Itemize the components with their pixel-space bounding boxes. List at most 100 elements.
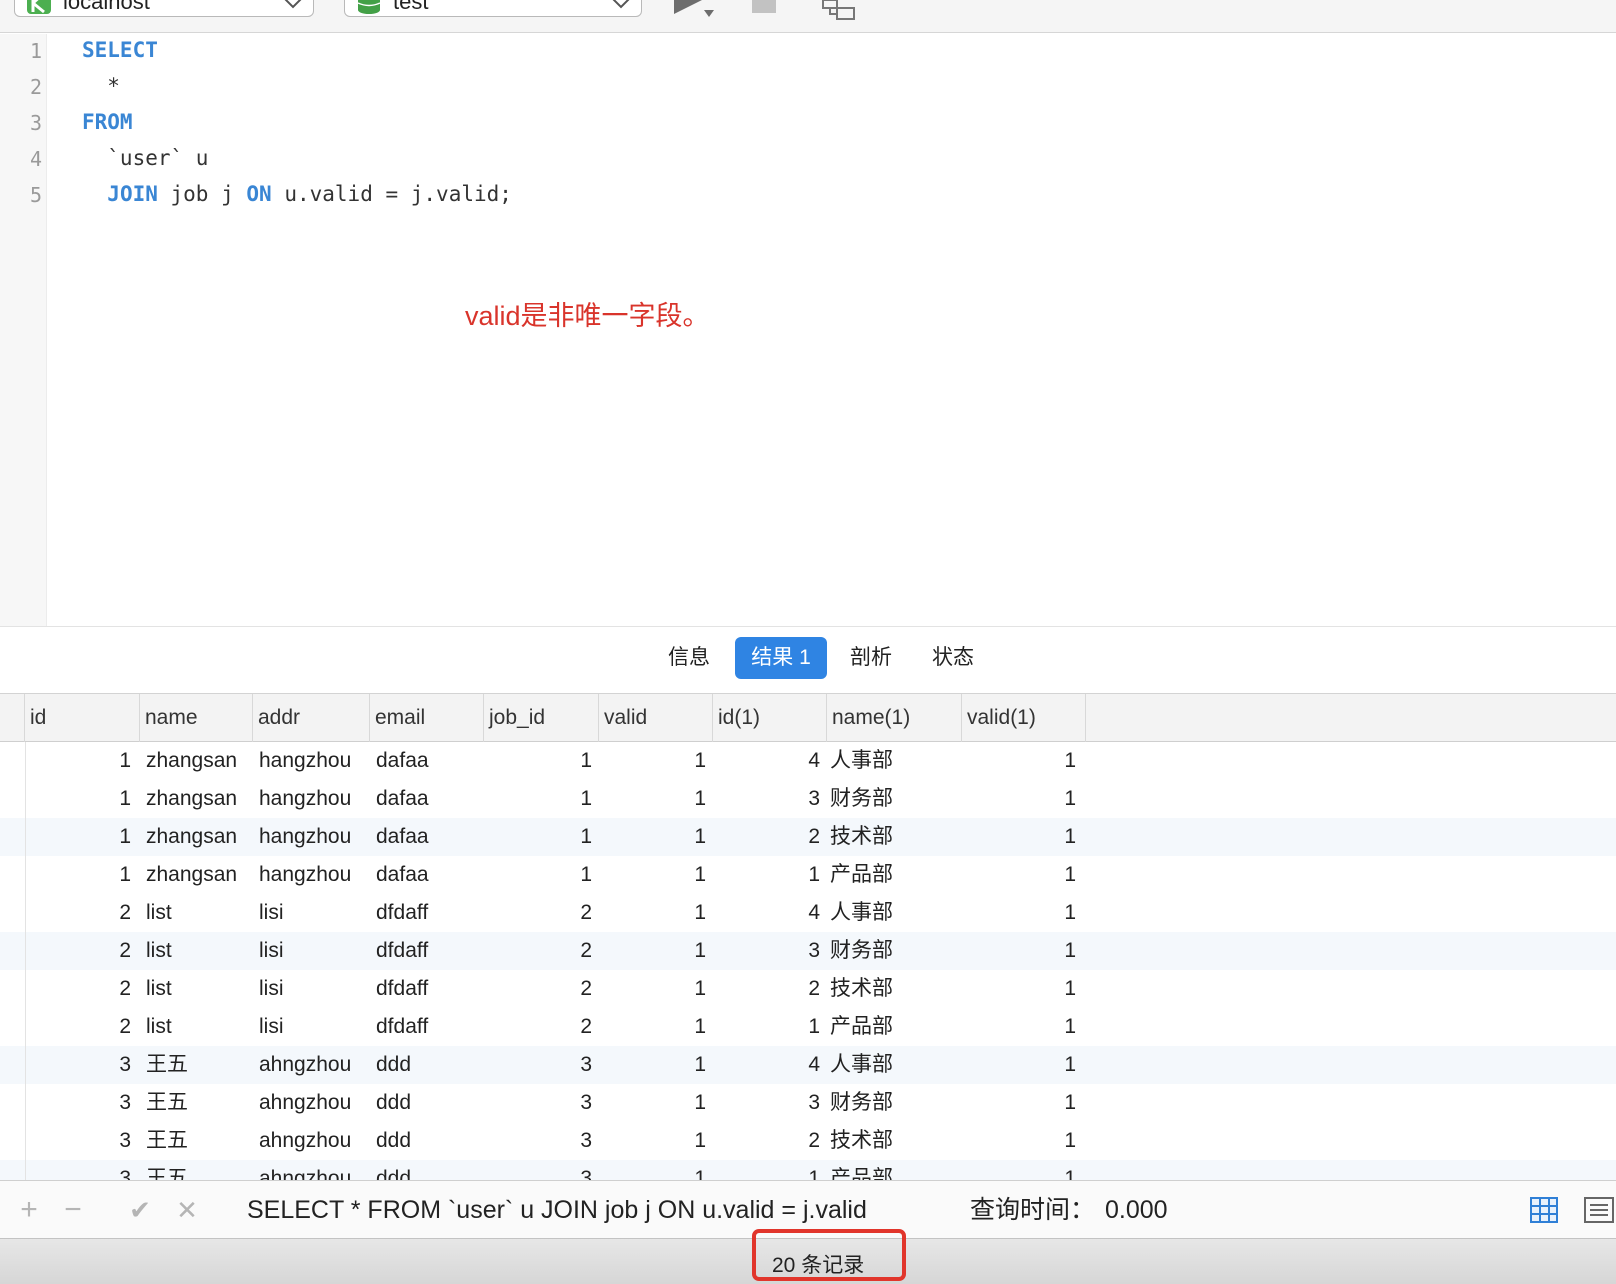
column-header-valid[interactable]: valid xyxy=(598,694,712,742)
cell-id[interactable]: 3 xyxy=(26,1084,131,1122)
grid-view-icon[interactable] xyxy=(1530,1197,1558,1223)
cell-name[interactable]: list xyxy=(146,1008,250,1046)
cell-addr[interactable]: ahngzhou xyxy=(259,1122,369,1160)
cell-id-1[interactable]: 3 xyxy=(716,780,820,818)
cell-name[interactable]: 王五 xyxy=(146,1160,250,1180)
cell-addr[interactable]: lisi xyxy=(259,970,369,1008)
cell-name[interactable]: list xyxy=(146,932,250,970)
cell-name-1[interactable]: 技术部 xyxy=(830,818,955,856)
cell-valid-1[interactable]: 1 xyxy=(966,742,1076,780)
cell-job-id[interactable]: 3 xyxy=(488,1084,592,1122)
cell-name[interactable]: 王五 xyxy=(146,1122,250,1160)
cell-name-1[interactable]: 财务部 xyxy=(830,780,955,818)
cell-id-1[interactable]: 4 xyxy=(716,1046,820,1084)
table-row[interactable]: 3 王五 ahngzhou ddd 3 1 1 产品部 1 xyxy=(0,1160,1616,1180)
column-header-id[interactable]: id xyxy=(24,694,139,742)
column-header-name[interactable]: name xyxy=(139,694,252,742)
cell-addr[interactable]: lisi xyxy=(259,1008,369,1046)
cell-id-1[interactable]: 2 xyxy=(716,970,820,1008)
cell-name-1[interactable]: 人事部 xyxy=(830,894,955,932)
cell-id[interactable]: 1 xyxy=(26,742,131,780)
cell-id-1[interactable]: 1 xyxy=(716,1160,820,1180)
cell-name[interactable]: list xyxy=(146,894,250,932)
connection-select[interactable]: localhost xyxy=(14,0,314,17)
cell-name[interactable]: zhangsan xyxy=(146,780,250,818)
result-grid[interactable]: 1 zhangsan hangzhou dafaa 1 1 4 人事部 1 1 zhangsan ha… xyxy=(0,742,1616,1180)
cell-id[interactable]: 2 xyxy=(26,1008,131,1046)
cell-id-1[interactable]: 2 xyxy=(716,1122,820,1160)
cell-name-1[interactable]: 技术部 xyxy=(830,1122,955,1160)
cell-id-1[interactable]: 1 xyxy=(716,856,820,894)
cell-valid[interactable]: 1 xyxy=(602,970,706,1008)
cell-id-1[interactable]: 1 xyxy=(716,1008,820,1046)
cell-valid-1[interactable]: 1 xyxy=(966,856,1076,894)
row-marker[interactable] xyxy=(0,1008,26,1046)
cell-id-1[interactable]: 4 xyxy=(716,742,820,780)
row-marker[interactable] xyxy=(0,1122,26,1160)
cell-email[interactable]: dfdaff xyxy=(376,970,480,1008)
cell-name[interactable]: 王五 xyxy=(146,1084,250,1122)
cell-valid-1[interactable]: 1 xyxy=(966,1084,1076,1122)
cell-job-id[interactable]: 2 xyxy=(488,894,592,932)
discard-changes-button[interactable]: ✕ xyxy=(170,1181,204,1239)
cell-valid-1[interactable]: 1 xyxy=(966,1122,1076,1160)
cell-job-id[interactable]: 1 xyxy=(488,780,592,818)
database-select[interactable]: test xyxy=(344,0,642,17)
cell-valid[interactable]: 1 xyxy=(602,1046,706,1084)
cell-addr[interactable]: hangzhou xyxy=(259,818,369,856)
row-marker[interactable] xyxy=(0,742,26,780)
table-row[interactable]: 1 zhangsan hangzhou dafaa 1 1 3 财务部 1 xyxy=(0,780,1616,818)
row-marker[interactable] xyxy=(0,894,26,932)
cell-addr[interactable]: ahngzhou xyxy=(259,1046,369,1084)
cell-job-id[interactable]: 3 xyxy=(488,1046,592,1084)
cell-name-1[interactable]: 产品部 xyxy=(830,1008,955,1046)
column-header-job-id[interactable]: job_id xyxy=(483,694,598,742)
cell-valid-1[interactable]: 1 xyxy=(966,1160,1076,1180)
stop-icon[interactable] xyxy=(752,0,776,13)
cell-name-1[interactable]: 财务部 xyxy=(830,932,955,970)
cell-email[interactable]: dfdaff xyxy=(376,1008,480,1046)
delete-record-button[interactable]: − xyxy=(56,1181,90,1239)
column-header-addr[interactable]: addr xyxy=(252,694,369,742)
table-row[interactable]: 3 王五 ahngzhou ddd 3 1 2 技术部 1 xyxy=(0,1122,1616,1160)
cell-name[interactable]: list xyxy=(146,970,250,1008)
cell-id[interactable]: 3 xyxy=(26,1160,131,1180)
column-header-name-1[interactable]: name(1) xyxy=(826,694,961,742)
row-marker[interactable] xyxy=(0,818,26,856)
table-row[interactable]: 2 list lisi dfdaff 2 1 4 人事部 1 xyxy=(0,894,1616,932)
cell-valid[interactable]: 1 xyxy=(602,780,706,818)
cell-addr[interactable]: hangzhou xyxy=(259,780,369,818)
sql-editor[interactable]: 1 2 3 4 5 SELECT * FROM `user` u JOIN jo… xyxy=(0,34,1616,626)
cell-email[interactable]: dfdaff xyxy=(376,932,480,970)
cell-job-id[interactable]: 1 xyxy=(488,818,592,856)
cell-job-id[interactable]: 2 xyxy=(488,970,592,1008)
cell-valid-1[interactable]: 1 xyxy=(966,932,1076,970)
cell-valid[interactable]: 1 xyxy=(602,1084,706,1122)
form-view-icon[interactable] xyxy=(1584,1197,1614,1223)
cell-id-1[interactable]: 4 xyxy=(716,894,820,932)
cell-email[interactable]: ddd xyxy=(376,1046,480,1084)
table-row[interactable]: 2 list lisi dfdaff 2 1 1 产品部 1 xyxy=(0,1008,1616,1046)
cell-email[interactable]: ddd xyxy=(376,1084,480,1122)
tab-status[interactable]: 状态 xyxy=(922,637,984,679)
cell-email[interactable]: dafaa xyxy=(376,818,480,856)
row-marker[interactable] xyxy=(0,970,26,1008)
row-marker[interactable] xyxy=(0,1084,26,1122)
cell-name[interactable]: zhangsan xyxy=(146,856,250,894)
tab-info[interactable]: 信息 xyxy=(658,637,720,679)
cell-id[interactable]: 1 xyxy=(26,780,131,818)
cell-name-1[interactable]: 人事部 xyxy=(830,1046,955,1084)
cell-id[interactable]: 2 xyxy=(26,970,131,1008)
cell-name-1[interactable]: 人事部 xyxy=(830,742,955,780)
table-row[interactable]: 3 王五 ahngzhou ddd 3 1 4 人事部 1 xyxy=(0,1046,1616,1084)
cell-id[interactable]: 2 xyxy=(26,894,131,932)
cell-valid[interactable]: 1 xyxy=(602,1160,706,1180)
row-marker[interactable] xyxy=(0,856,26,894)
tab-result-1[interactable]: 结果 1 xyxy=(735,637,827,679)
cell-email[interactable]: ddd xyxy=(376,1122,480,1160)
cell-email[interactable]: dafaa xyxy=(376,780,480,818)
cell-name[interactable]: zhangsan xyxy=(146,742,250,780)
cell-id[interactable]: 1 xyxy=(26,856,131,894)
cell-name-1[interactable]: 技术部 xyxy=(830,970,955,1008)
cell-name-1[interactable]: 产品部 xyxy=(830,856,955,894)
